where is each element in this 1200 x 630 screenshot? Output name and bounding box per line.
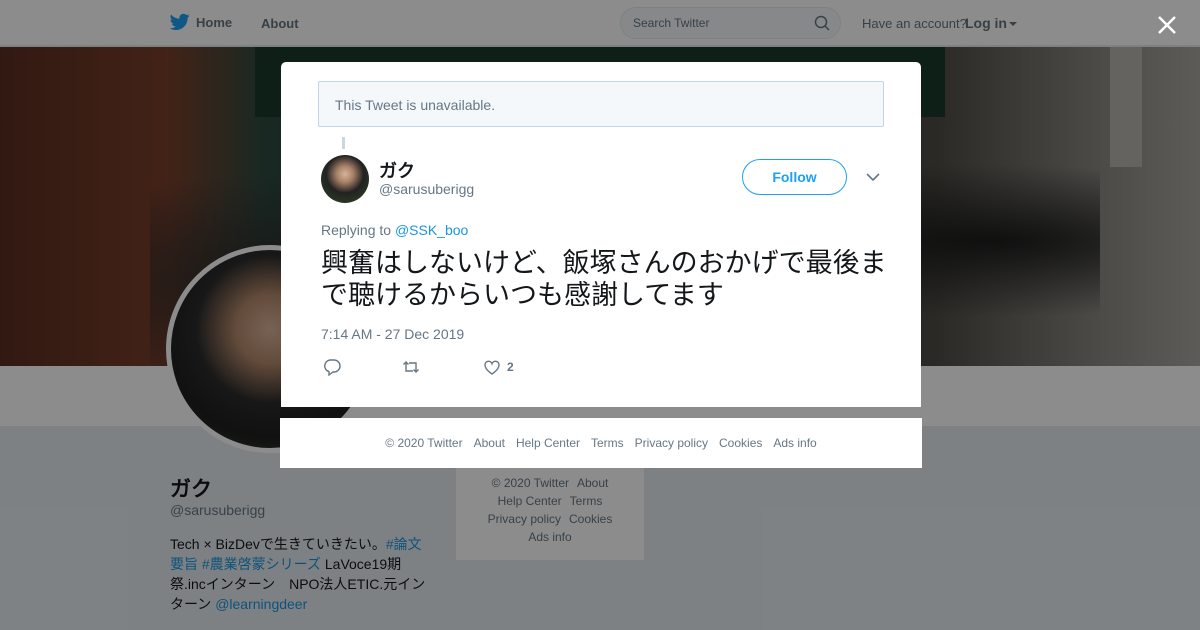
retweet-icon — [403, 361, 419, 373]
replying-to: Replying to @SSK_boo — [321, 222, 468, 238]
retweet-action[interactable] — [402, 358, 420, 376]
footer-copyright: © 2020 Twitter — [385, 436, 463, 450]
footer-link-terms[interactable]: Terms — [591, 436, 624, 450]
replying-prefix: Replying to — [321, 222, 395, 238]
tweet-text: 興奮はしないけど、飯塚さんのおかげで最後まで聴けるからいつも感謝してます — [321, 248, 887, 310]
footer-link-cookies[interactable]: Cookies — [719, 436, 762, 450]
like-action[interactable]: 2 — [483, 358, 514, 376]
reply-icon — [324, 359, 341, 376]
tweet-timestamp[interactable]: 7:14 AM - 27 Dec 2019 — [321, 326, 464, 342]
footer-link-about[interactable]: About — [474, 436, 505, 450]
heart-icon — [484, 360, 500, 375]
close-icon[interactable] — [1156, 14, 1178, 36]
author-handle[interactable]: @sarusuberigg — [379, 181, 474, 197]
modal-footer: © 2020 Twitter About Help Center Terms P… — [280, 418, 922, 468]
author-avatar[interactable] — [321, 155, 369, 203]
replying-handle-link[interactable]: @SSK_boo — [395, 222, 468, 238]
footer-link-privacy[interactable]: Privacy policy — [635, 436, 708, 450]
footer-link-ads[interactable]: Ads info — [773, 436, 816, 450]
tweet-modal: This Tweet is unavailable. ガク @sarusuber… — [281, 62, 921, 407]
thread-connector — [342, 137, 345, 149]
like-count: 2 — [507, 360, 514, 374]
footer-link-help[interactable]: Help Center — [516, 436, 580, 450]
reply-action[interactable] — [323, 358, 341, 376]
author-name[interactable]: ガク — [379, 157, 415, 183]
follow-button[interactable]: Follow — [742, 159, 847, 195]
chevron-down-icon[interactable] — [866, 172, 880, 182]
tweet-unavailable-notice: This Tweet is unavailable. — [318, 81, 884, 127]
